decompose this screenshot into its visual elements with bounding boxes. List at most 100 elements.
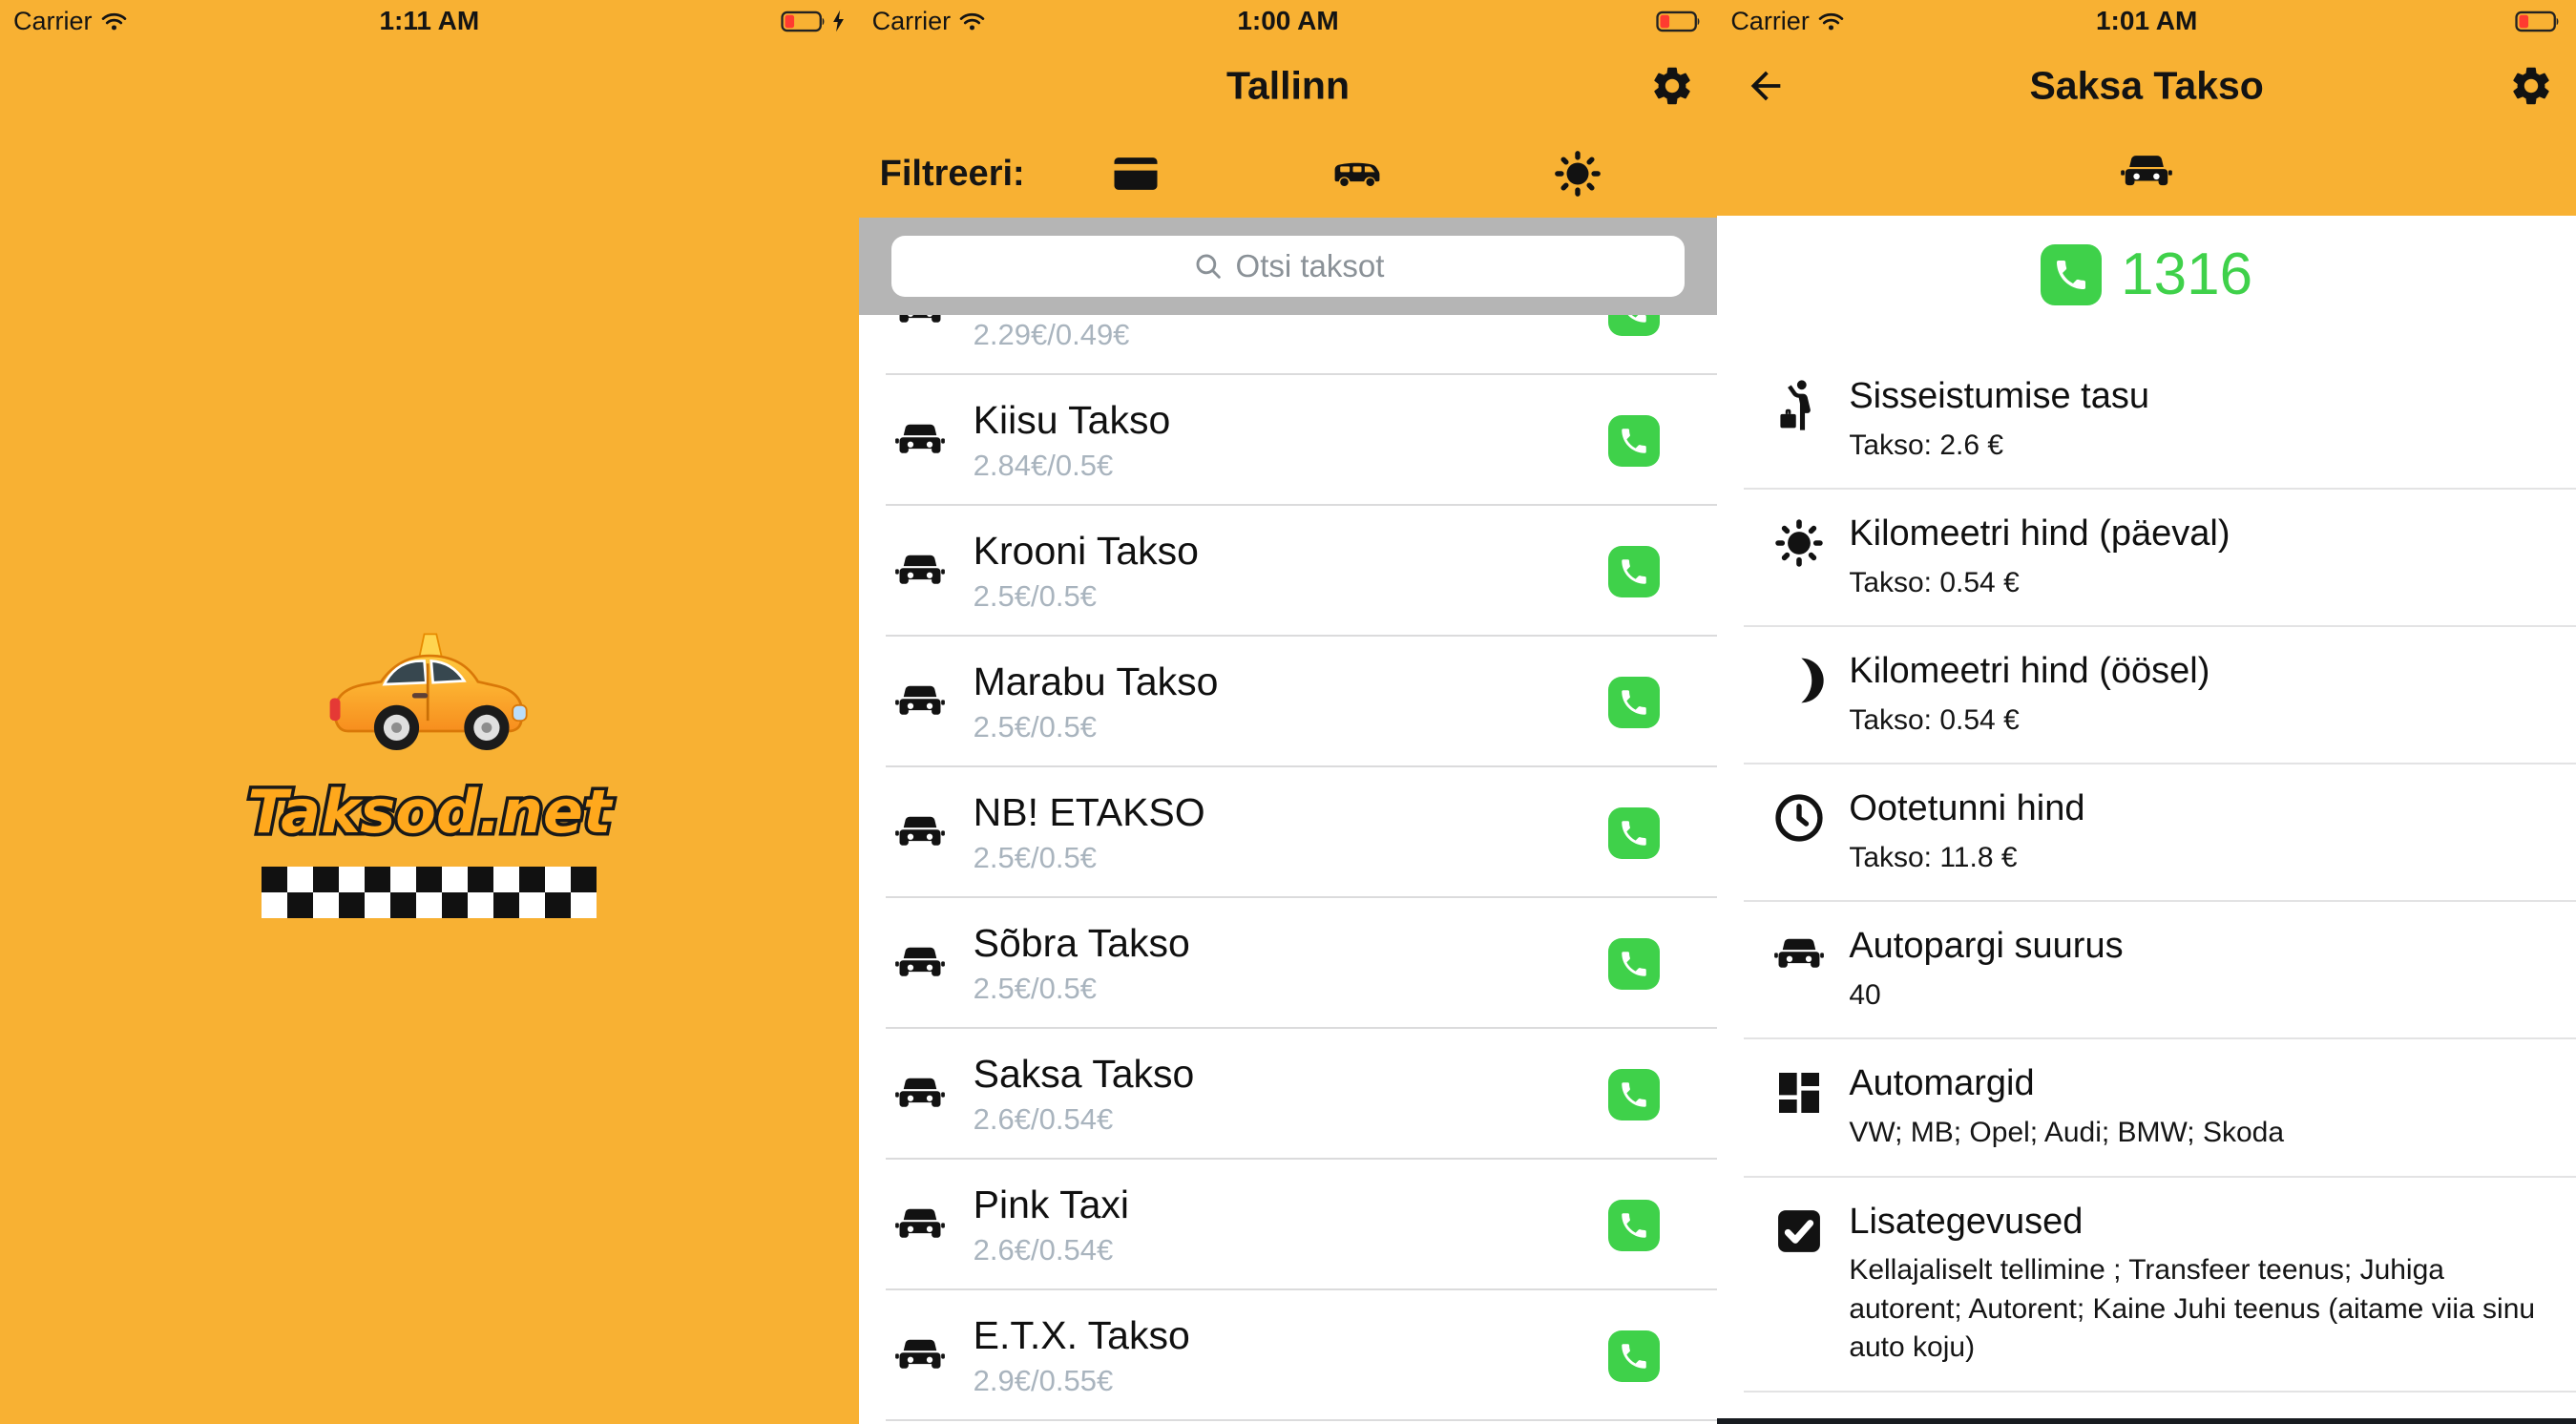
status-time: 1:00 AM: [859, 6, 1718, 36]
phone-icon: [1618, 817, 1650, 849]
checkered-flag-strip: [262, 867, 597, 918]
detail-value: Takso: 2.6 €: [1849, 427, 2149, 466]
car-icon: [893, 414, 947, 468]
phone-icon: [1618, 1078, 1650, 1111]
search-icon: [1192, 250, 1225, 283]
taxi-info: Saksa Takso 2.6€/0.54€: [974, 1052, 1195, 1136]
battery-icon: [2515, 10, 2563, 32]
settings-button[interactable]: [1648, 62, 1696, 110]
call-button[interactable]: [1608, 546, 1660, 597]
taxi-list-item[interactable]: Saksa Takso 2.6€/0.54€: [859, 1029, 1718, 1160]
taxi-info: Sõbra Takso 2.5€/0.5€: [974, 921, 1190, 1005]
screen-taxi-detail: Carrier 1:01 AM Saksa Takso: [1717, 0, 2576, 1424]
phone-icon: [2041, 244, 2102, 305]
car-brands-grid-icon: [1772, 1066, 1826, 1120]
car-icon: [2119, 145, 2174, 200]
filter-van-button[interactable]: [1246, 148, 1468, 199]
screen-taxi-list: Carrier 1:00 AM Tallinn Filtreeri:: [859, 0, 1718, 1424]
svg-text:Taksod.net: Taksod.net: [247, 777, 614, 847]
phone-icon: [1618, 425, 1650, 457]
taxi-list-item[interactable]: NB! ETAKSO 2.5€/0.5€: [859, 767, 1718, 898]
checkbox-icon: [1772, 1204, 1826, 1258]
search-input[interactable]: Otsi taksot: [891, 236, 1686, 297]
taxi-price: 2.84€/0.5€: [974, 449, 1171, 483]
carrier-label: Carrier: [1730, 7, 1844, 36]
filter-bar: Filtreeri:: [859, 130, 1718, 218]
car-icon: [893, 676, 947, 729]
settings-button[interactable]: [2507, 62, 2555, 110]
screenshot-canvas: Carrier 1:11 AM: [0, 0, 2576, 1424]
sun-icon: [1552, 148, 1603, 199]
detail-text: Sisseistumise tasu Takso: 2.6 €: [1849, 375, 2149, 465]
detail-title: Lisategevused: [1849, 1201, 2544, 1245]
taxi-price: 2.9€/0.55€: [974, 1364, 1190, 1398]
car-icon: [893, 1068, 947, 1121]
taxi-name: Saksa Takso: [974, 1052, 1195, 1097]
taxi-info: E.T.X. Takso 2.9€/0.55€: [974, 1313, 1190, 1397]
taxi-price: 2.5€/0.5€: [974, 841, 1205, 875]
search-placeholder: Otsi taksot: [1236, 248, 1385, 284]
car-icon: [893, 1330, 947, 1383]
taxi-list-item[interactable]: Sõbra Takso 2.5€/0.5€: [859, 898, 1718, 1029]
phone-icon: [1618, 1340, 1650, 1372]
taxi-name: Pink Taxi: [974, 1183, 1129, 1227]
battery-indicator: [2515, 10, 2563, 32]
taxi-list-item[interactable]: E.T.X. Takso 2.9€/0.55€: [859, 1290, 1718, 1421]
phone-icon: [1618, 555, 1650, 588]
detail-text: Kilomeetri hind (päeval) Takso: 0.54 €: [1849, 513, 2230, 602]
taxi-info: NB! ETAKSO 2.5€/0.5€: [974, 790, 1205, 874]
detail-title: Kilomeetri hind (päeval): [1849, 513, 2230, 556]
detail-car-badge: [1717, 130, 2576, 216]
sun-icon: [1772, 516, 1826, 570]
battery-indicator: [1656, 10, 1704, 32]
filter-day-tariff-button[interactable]: [1467, 148, 1688, 199]
detail-title: Automargid: [1849, 1062, 2284, 1106]
taxi-price: 2.5€/0.5€: [974, 579, 1199, 614]
taxi-list: Reval Takso 2.29€/0.49€ Kiisu Takso 2.84…: [859, 244, 1718, 1421]
taxi-name: Marabu Takso: [974, 660, 1219, 704]
detail-value: 40: [1849, 976, 2123, 1016]
call-button[interactable]: [1608, 1069, 1660, 1120]
call-button[interactable]: [1608, 807, 1660, 859]
call-button[interactable]: [1608, 677, 1660, 728]
nav-bar: Saksa Takso: [1717, 42, 2576, 130]
phone-call-row[interactable]: 1316: [1717, 241, 2576, 308]
call-button[interactable]: [1608, 415, 1660, 467]
car-icon: [893, 1199, 947, 1252]
list-header: Carrier 1:00 AM Tallinn Filtreeri:: [859, 0, 1718, 218]
filter-payment-button[interactable]: [1025, 148, 1246, 199]
status-bar: Carrier 1:01 AM: [1717, 0, 2576, 42]
car-icon: [1772, 929, 1826, 982]
taxi-list-item[interactable]: Kiisu Takso 2.84€/0.5€: [859, 375, 1718, 506]
call-button[interactable]: [1608, 1200, 1660, 1251]
taxi-info: Marabu Takso 2.5€/0.5€: [974, 660, 1219, 743]
detail-content: 1316 Sisseistumise tasu Takso: 2.6 € Kil…: [1717, 216, 2576, 1424]
phone-number: 1316: [2121, 241, 2252, 308]
taxi-list-item[interactable]: Pink Taxi 2.6€/0.54€: [859, 1160, 1718, 1290]
call-button[interactable]: [1608, 1330, 1660, 1382]
detail-text: Autopargi suurus 40: [1849, 925, 2123, 1015]
detail-title: Autopargi suurus: [1849, 925, 2123, 969]
detail-header: Carrier 1:01 AM Saksa Takso: [1717, 0, 2576, 216]
clock-icon: [1772, 791, 1826, 845]
taxi-name: Sõbra Takso: [974, 921, 1190, 966]
detail-row: Autopargi suurus 40: [1717, 902, 2576, 1039]
detail-value: VW; MB; Opel; Audi; BMW; Skoda: [1849, 1114, 2284, 1153]
charging-bolt-icon: [831, 10, 846, 32]
wifi-icon: [101, 11, 127, 31]
call-button[interactable]: [1608, 938, 1660, 990]
detail-list: Sisseistumise tasu Takso: 2.6 € Kilomeet…: [1717, 352, 2576, 1393]
taxi-list-item[interactable]: Krooni Takso 2.5€/0.5€: [859, 506, 1718, 637]
screen-bottom-edge: [1717, 1418, 2576, 1424]
search-bar-container: Otsi taksot: [859, 218, 1718, 315]
taxi-list-item[interactable]: Marabu Takso 2.5€/0.5€: [859, 637, 1718, 767]
taxi-name: NB! ETAKSO: [974, 790, 1205, 835]
gear-icon: [2508, 63, 2554, 109]
filter-label: Filtreeri:: [880, 154, 1025, 195]
separator: [886, 1419, 1718, 1421]
wifi-icon: [1818, 11, 1844, 31]
taxi-price: 2.6€/0.54€: [974, 1102, 1195, 1137]
logo-wordmark: Taksod.net: [210, 765, 649, 857]
car-icon: [893, 937, 947, 991]
car-icon: [893, 806, 947, 860]
